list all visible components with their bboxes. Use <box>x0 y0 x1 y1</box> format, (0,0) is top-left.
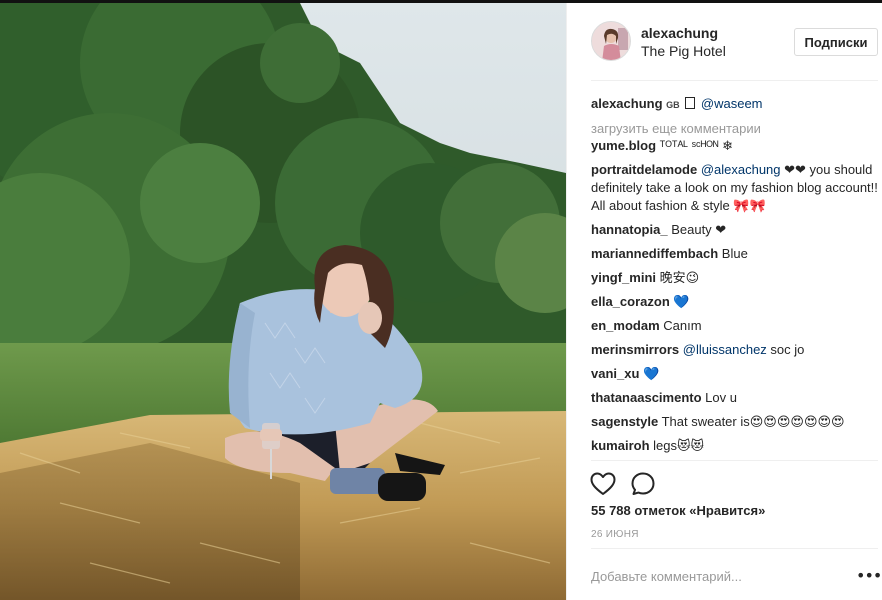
comment-mention[interactable]: @lluissanchez <box>683 342 767 357</box>
comment-username[interactable]: sagenstyle <box>591 414 658 429</box>
post-photo[interactable] <box>0 3 566 600</box>
add-comment-row: ••• <box>591 559 882 595</box>
load-more-comments-link[interactable]: загрузить еще комментарии <box>591 121 761 136</box>
comment-username[interactable]: ella_corazon <box>591 294 670 309</box>
comment-username[interactable]: hannatopia_ <box>591 222 668 237</box>
flag-icon <box>685 97 696 109</box>
comment-text: That sweater is😍😍😍😍😍😍😍 <box>661 414 845 429</box>
comment-text: 💙 <box>673 294 690 309</box>
comment-text: Canım <box>663 318 702 333</box>
caption-mention[interactable]: @waseem <box>701 96 763 111</box>
comment-username[interactable]: yingf_mini <box>591 270 656 285</box>
avatar-image <box>592 22 630 60</box>
comment-text: Blue <box>721 246 748 261</box>
post-date[interactable]: 26 ИЮНЯ <box>591 529 639 540</box>
comment-text: 💙 <box>643 366 660 381</box>
comment-username[interactable]: yume.blog <box>591 138 656 153</box>
caption-username[interactable]: alexachung <box>591 96 663 111</box>
actions-divider <box>591 460 878 461</box>
comment-divider <box>591 548 878 549</box>
comment-item: en_modam Canım <box>591 317 878 335</box>
comment-username[interactable]: thatanaascimento <box>591 390 702 405</box>
more-options-icon[interactable]: ••• <box>856 565 882 587</box>
comment-bubble-icon[interactable] <box>629 470 657 498</box>
comment-username[interactable]: portraitdelamode <box>591 162 697 177</box>
post-caption: alexachung GB @waseem <box>591 95 878 114</box>
follow-button[interactable]: Подписки <box>794 28 878 56</box>
header-username[interactable]: alexachung <box>641 25 718 41</box>
comment-username[interactable]: kumairoh <box>591 438 650 453</box>
comment-item: merinsmirrors @lluissanchez soc jo <box>591 341 878 359</box>
comment-item: thatanaascimento Lov u <box>591 389 878 407</box>
caption-badge: GB <box>666 100 680 110</box>
comment-username[interactable]: en_modam <box>591 318 660 333</box>
comment-text: Beauty ❤ <box>671 222 727 237</box>
post-side-panel: alexachung The Pig Hotel Подписки alexac… <box>566 3 882 600</box>
comment-item: yume.blog ᵀᴼᵀᴬᴸ ˢᶜᴴᴼᴺ ❄ <box>591 137 878 155</box>
comment-username[interactable]: merinsmirrors <box>591 342 679 357</box>
comment-item: portraitdelamode @alexachung ❤❤ you shou… <box>591 161 878 215</box>
comment-text: ᵀᴼᵀᴬᴸ ˢᶜᴴᴼᴺ ❄ <box>659 138 733 153</box>
comment-username[interactable]: mariannediffembach <box>591 246 718 261</box>
comment-item: ella_corazon 💙 <box>591 293 878 311</box>
post-header: alexachung The Pig Hotel Подписки <box>567 3 882 81</box>
header-location[interactable]: The Pig Hotel <box>641 43 726 59</box>
comment-text: 晚安😉 <box>659 270 700 285</box>
post-photo-illustration <box>0 3 566 600</box>
comment-text: soc jo <box>766 342 805 357</box>
comment-text: Lov u <box>705 390 737 405</box>
heart-icon[interactable] <box>589 470 617 498</box>
avatar[interactable] <box>591 21 631 61</box>
comment-text: legs😻😻 <box>653 438 705 453</box>
comment-item: hannatopia_ Beauty ❤ <box>591 221 878 239</box>
comment-item: vani_xu 💙 <box>591 365 878 383</box>
comment-item: kumairoh legs😻😻 <box>591 437 878 455</box>
comment-item: yingf_mini 晚安😉 <box>591 269 878 287</box>
comment-item: sagenstyle That sweater is😍😍😍😍😍😍😍 <box>591 413 878 431</box>
header-divider <box>591 80 878 81</box>
comment-username[interactable]: vani_xu <box>591 366 639 381</box>
comment-mention[interactable]: @alexachung <box>701 162 781 177</box>
comment-item: mariannediffembach Blue <box>591 245 878 263</box>
comment-list: yume.blog ᵀᴼᵀᴬᴸ ˢᶜᴴᴼᴺ ❄ portraitdelamode… <box>591 137 878 461</box>
comment-input[interactable] <box>591 565 841 587</box>
likes-count[interactable]: 55 788 отметок «Нравится» <box>591 503 765 518</box>
